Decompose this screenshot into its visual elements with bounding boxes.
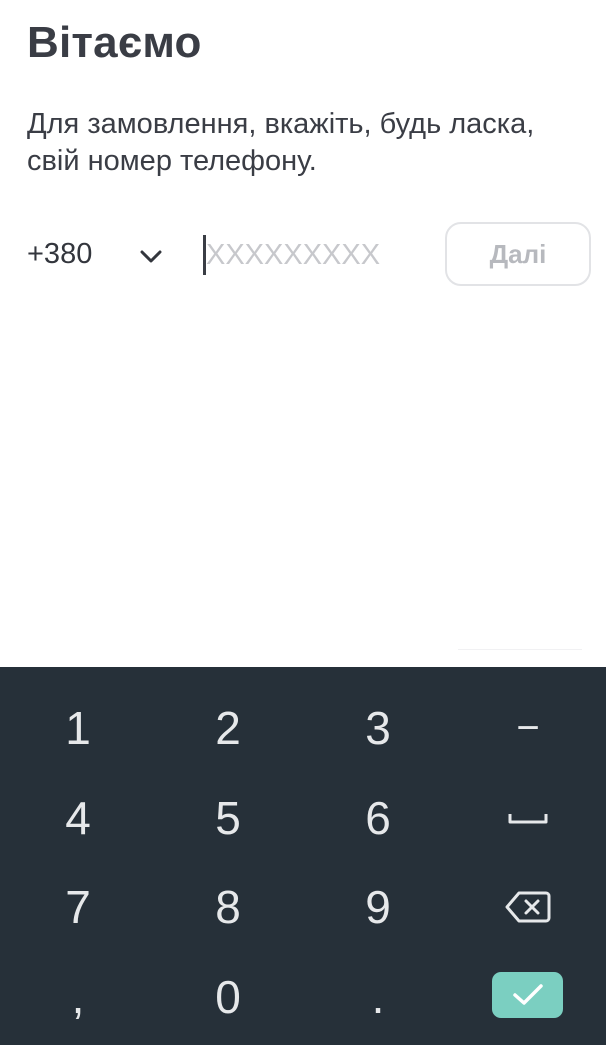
key-period[interactable]: .: [303, 952, 453, 1042]
key-9[interactable]: 9: [303, 862, 453, 952]
key-0[interactable]: 0: [153, 952, 303, 1042]
key-3[interactable]: 3: [303, 683, 453, 773]
key-2[interactable]: 2: [153, 683, 303, 773]
phone-number-input[interactable]: [206, 234, 426, 276]
backspace-icon: [505, 891, 551, 923]
done-key[interactable]: [492, 972, 563, 1018]
key-dash[interactable]: −: [453, 683, 603, 773]
key-5[interactable]: 5: [153, 773, 303, 863]
divider: [458, 649, 582, 650]
next-button[interactable]: Далі: [445, 222, 591, 286]
backspace-key[interactable]: [453, 862, 603, 952]
chevron-down-icon[interactable]: [136, 242, 166, 272]
space-icon: [508, 814, 548, 824]
key-7[interactable]: 7: [3, 862, 153, 952]
page-subtitle: Для замовлення, вкажіть, будь ласка, сві…: [27, 108, 535, 177]
key-8[interactable]: 8: [153, 862, 303, 952]
space-key[interactable]: [453, 773, 603, 863]
key-comma[interactable]: ,: [3, 952, 153, 1042]
country-code-selector[interactable]: +380: [27, 238, 92, 271]
check-icon: [512, 984, 543, 1005]
key-1[interactable]: 1: [3, 683, 153, 773]
page-title: Вітаємо: [27, 18, 202, 67]
key-4[interactable]: 4: [3, 773, 153, 863]
key-6[interactable]: 6: [303, 773, 453, 863]
